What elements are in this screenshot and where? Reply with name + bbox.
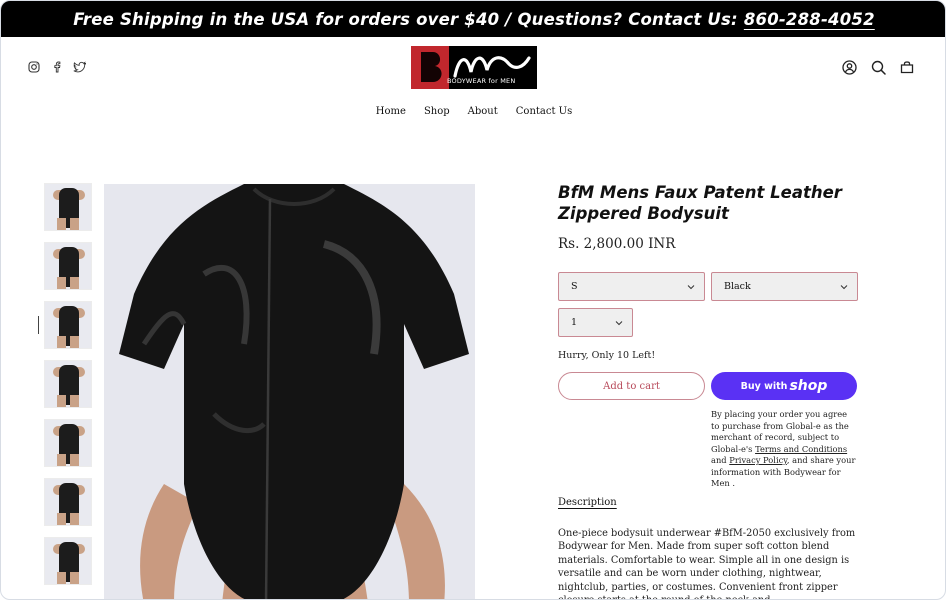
phone-link[interactable]: 860-288-4052 bbox=[744, 10, 875, 29]
logo-tagline: BODYWEAR for MEN bbox=[447, 77, 516, 85]
chevron-down-icon bbox=[840, 285, 848, 290]
header-actions bbox=[841, 59, 915, 75]
thumbnail-leg bbox=[70, 277, 79, 289]
account-icon[interactable] bbox=[841, 59, 857, 75]
product-thumbnail[interactable] bbox=[44, 360, 92, 408]
instagram-icon[interactable] bbox=[27, 60, 40, 73]
nav-home[interactable]: Home bbox=[376, 106, 406, 117]
nav-shop[interactable]: Shop bbox=[424, 106, 450, 117]
nav-contact-us[interactable]: Contact Us bbox=[516, 106, 572, 117]
main-nav: Home Shop About Contact Us bbox=[1, 106, 945, 117]
description-tab[interactable]: Description bbox=[558, 497, 617, 508]
thumbnail-list bbox=[44, 183, 92, 596]
size-select[interactable]: S bbox=[558, 272, 705, 301]
buy-with-shop-button[interactable]: Buy with shop bbox=[711, 372, 857, 400]
brand-logo[interactable]: BODYWEAR for MEN bbox=[411, 46, 537, 89]
nav-about[interactable]: About bbox=[468, 106, 498, 117]
product-thumbnail[interactable] bbox=[44, 183, 92, 231]
size-value: S bbox=[571, 281, 578, 292]
legal-notice: By placing your order you agree to purch… bbox=[711, 409, 857, 490]
thumbnail-leg bbox=[70, 454, 79, 466]
thumbnail-leg bbox=[70, 572, 79, 584]
thumbnail-leg bbox=[57, 218, 66, 230]
announcement-text: Free Shipping in the USA for orders over… bbox=[73, 9, 738, 29]
buy-with-label: Buy with bbox=[740, 380, 788, 392]
product-thumbnail[interactable] bbox=[44, 537, 92, 585]
page-frame: Free Shipping in the USA for orders over… bbox=[0, 0, 946, 600]
chevron-down-icon bbox=[687, 285, 695, 290]
thumbnail-leg bbox=[70, 336, 79, 348]
color-select[interactable]: Black bbox=[711, 272, 858, 301]
twitter-icon[interactable] bbox=[73, 60, 86, 73]
quantity-select[interactable]: 1 bbox=[558, 308, 633, 337]
thumbnail-leg bbox=[70, 513, 79, 525]
add-to-cart-button[interactable]: Add to cart bbox=[558, 372, 705, 400]
terms-link[interactable]: Terms and Conditions bbox=[755, 444, 847, 454]
description-text: One-piece bodysuit underwear #BfM-2050 e… bbox=[558, 528, 856, 599]
stock-notice: Hurry, Only 10 Left! bbox=[558, 350, 656, 361]
privacy-link[interactable]: Privacy Policy bbox=[729, 455, 787, 465]
active-thumb-indicator bbox=[38, 316, 39, 334]
color-value: Black bbox=[724, 281, 751, 292]
social-links bbox=[27, 60, 86, 73]
bodysuit-photo-icon bbox=[104, 184, 475, 599]
product-title: BfM Mens Faux Patent Leather Zippered Bo… bbox=[558, 183, 842, 223]
quantity-value: 1 bbox=[571, 317, 578, 328]
thumbnail-leg bbox=[70, 218, 79, 230]
product-thumbnail[interactable] bbox=[44, 419, 92, 467]
announcement-bar: Free Shipping in the USA for orders over… bbox=[1, 1, 945, 37]
thumbnail-leg bbox=[70, 395, 79, 407]
thumbnail-leg bbox=[57, 513, 66, 525]
product-thumbnail[interactable] bbox=[44, 478, 92, 526]
thumbnail-leg bbox=[57, 277, 66, 289]
search-icon[interactable] bbox=[870, 59, 886, 75]
facebook-icon[interactable] bbox=[50, 60, 63, 73]
thumbnail-leg bbox=[57, 572, 66, 584]
chevron-down-icon bbox=[615, 321, 623, 326]
product-thumbnail[interactable] bbox=[44, 242, 92, 290]
product-thumbnail[interactable] bbox=[44, 301, 92, 349]
shop-wordmark: shop bbox=[789, 378, 828, 394]
product-main-image[interactable] bbox=[104, 184, 475, 599]
thumbnail-leg bbox=[57, 336, 66, 348]
thumbnail-leg bbox=[57, 395, 66, 407]
legal-and: and bbox=[711, 455, 727, 465]
cart-icon[interactable] bbox=[899, 59, 915, 75]
product-price: Rs. 2,800.00 INR bbox=[558, 236, 676, 252]
thumbnail-leg bbox=[57, 454, 66, 466]
